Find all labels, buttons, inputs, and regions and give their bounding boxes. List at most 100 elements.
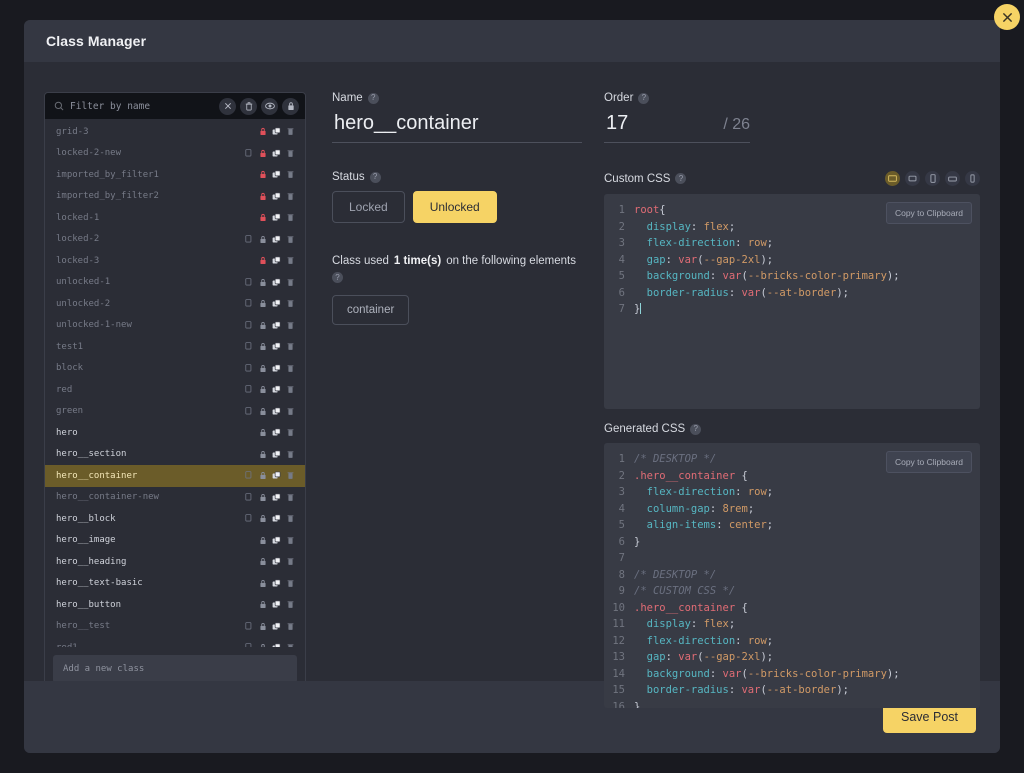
- layers-icon[interactable]: [272, 385, 281, 394]
- status-locked-button[interactable]: Locked: [332, 191, 405, 223]
- layers-icon[interactable]: [272, 600, 281, 609]
- device-tablet-portrait-icon[interactable]: [925, 171, 940, 186]
- copy-generated-css-button[interactable]: Copy to Clipboard: [885, 451, 972, 473]
- layers-icon[interactable]: [272, 256, 281, 265]
- lock-icon[interactable]: [258, 450, 267, 459]
- help-icon[interactable]: ?: [690, 423, 702, 435]
- lock-icon[interactable]: [258, 385, 267, 394]
- trash-icon[interactable]: [286, 235, 295, 244]
- class-list-item[interactable]: locked-1: [45, 207, 305, 229]
- lock-icon[interactable]: [258, 321, 267, 330]
- class-list-item[interactable]: red1: [45, 637, 305, 647]
- device-desktop-icon[interactable]: [885, 171, 900, 186]
- copy-icon[interactable]: [244, 363, 253, 373]
- add-class-input[interactable]: [53, 655, 297, 683]
- trash-icon[interactable]: [286, 192, 295, 201]
- eye-icon[interactable]: [261, 97, 278, 115]
- lock-icon[interactable]: [258, 579, 267, 588]
- lock-icon[interactable]: [258, 407, 267, 416]
- copy-icon[interactable]: [244, 471, 253, 480]
- class-list-item[interactable]: locked-2-new: [45, 143, 305, 165]
- class-list-item[interactable]: locked-3: [45, 250, 305, 272]
- help-icon[interactable]: ?: [675, 173, 687, 184]
- help-icon[interactable]: ?: [367, 92, 379, 104]
- lock-icon[interactable]: [258, 557, 267, 566]
- layers-icon[interactable]: [272, 514, 281, 523]
- layers-icon[interactable]: [272, 428, 281, 437]
- trash-icon[interactable]: [286, 256, 295, 265]
- device-mobile-portrait-icon[interactable]: [965, 171, 980, 186]
- trash-icon[interactable]: [286, 600, 295, 609]
- layers-icon[interactable]: [272, 450, 281, 459]
- trash-icon[interactable]: [286, 278, 295, 287]
- class-list-item[interactable]: test1: [45, 336, 305, 358]
- copy-icon[interactable]: [244, 492, 253, 502]
- lock-icon[interactable]: [258, 278, 267, 287]
- lock-icon[interactable]: [258, 471, 267, 480]
- class-list[interactable]: grid-3 locked-2-new imported_by_filter1 imp…: [45, 119, 305, 647]
- copy-icon[interactable]: [244, 406, 253, 416]
- trash-icon[interactable]: [240, 97, 257, 115]
- copy-icon[interactable]: [244, 342, 253, 351]
- layers-icon[interactable]: [272, 364, 281, 373]
- layers-icon[interactable]: [272, 321, 281, 330]
- copy-custom-css-button[interactable]: Copy to Clipboard: [885, 202, 972, 224]
- layers-icon[interactable]: [272, 471, 281, 480]
- layers-icon[interactable]: [272, 622, 281, 631]
- class-list-item[interactable]: red: [45, 379, 305, 401]
- lock-icon[interactable]: [258, 514, 267, 523]
- lock-icon[interactable]: [258, 536, 267, 545]
- copy-icon[interactable]: [244, 385, 253, 394]
- class-list-item[interactable]: hero__image: [45, 530, 305, 552]
- class-list-item[interactable]: imported_by_filter2: [45, 186, 305, 208]
- lock-icon[interactable]: [258, 493, 267, 502]
- copy-icon[interactable]: [244, 514, 253, 523]
- class-list-item[interactable]: locked-2: [45, 229, 305, 251]
- trash-icon[interactable]: [286, 493, 295, 502]
- layers-icon[interactable]: [272, 557, 281, 566]
- clear-filter-icon[interactable]: [219, 97, 236, 115]
- trash-icon[interactable]: [286, 213, 295, 222]
- lock-icon[interactable]: [258, 256, 267, 265]
- copy-icon[interactable]: [244, 277, 253, 287]
- layers-icon[interactable]: [272, 579, 281, 588]
- status-unlocked-button[interactable]: Unlocked: [412, 191, 497, 223]
- copy-icon[interactable]: [244, 234, 253, 244]
- trash-icon[interactable]: [286, 321, 295, 330]
- layers-icon[interactable]: [272, 213, 281, 222]
- lock-icon[interactable]: [258, 149, 267, 158]
- copy-icon[interactable]: [244, 320, 253, 330]
- class-list-item[interactable]: grid-3: [45, 121, 305, 143]
- device-mobile-landscape-icon[interactable]: [945, 171, 960, 186]
- layers-icon[interactable]: [272, 493, 281, 502]
- lock-icon[interactable]: [258, 192, 267, 201]
- layers-icon[interactable]: [272, 299, 281, 308]
- trash-icon[interactable]: [286, 514, 295, 523]
- class-list-item[interactable]: unlocked-1: [45, 272, 305, 294]
- class-list-item[interactable]: hero__button: [45, 594, 305, 616]
- class-list-item[interactable]: hero__text-basic: [45, 573, 305, 595]
- lock-icon[interactable]: [258, 299, 267, 308]
- trash-icon[interactable]: [286, 364, 295, 373]
- layers-icon[interactable]: [272, 342, 281, 351]
- class-list-item[interactable]: hero__test: [45, 616, 305, 638]
- trash-icon[interactable]: [286, 428, 295, 437]
- layers-icon[interactable]: [272, 407, 281, 416]
- layers-icon[interactable]: [272, 278, 281, 287]
- lock-icon[interactable]: [258, 127, 267, 136]
- lock-icon[interactable]: [258, 600, 267, 609]
- class-list-item[interactable]: green: [45, 401, 305, 423]
- trash-icon[interactable]: [286, 299, 295, 308]
- element-chip[interactable]: container: [332, 295, 410, 325]
- trash-icon[interactable]: [286, 622, 295, 631]
- copy-icon[interactable]: [244, 621, 253, 631]
- lock-icon[interactable]: [282, 97, 299, 115]
- lock-icon[interactable]: [258, 170, 267, 179]
- layers-icon[interactable]: [272, 536, 281, 545]
- lock-icon[interactable]: [258, 364, 267, 373]
- trash-icon[interactable]: [286, 450, 295, 459]
- close-icon[interactable]: [994, 4, 1020, 30]
- class-list-item[interactable]: hero: [45, 422, 305, 444]
- trash-icon[interactable]: [286, 536, 295, 545]
- custom-css-editor[interactable]: Copy to Clipboard 1 root{2 display: flex;…: [604, 194, 980, 409]
